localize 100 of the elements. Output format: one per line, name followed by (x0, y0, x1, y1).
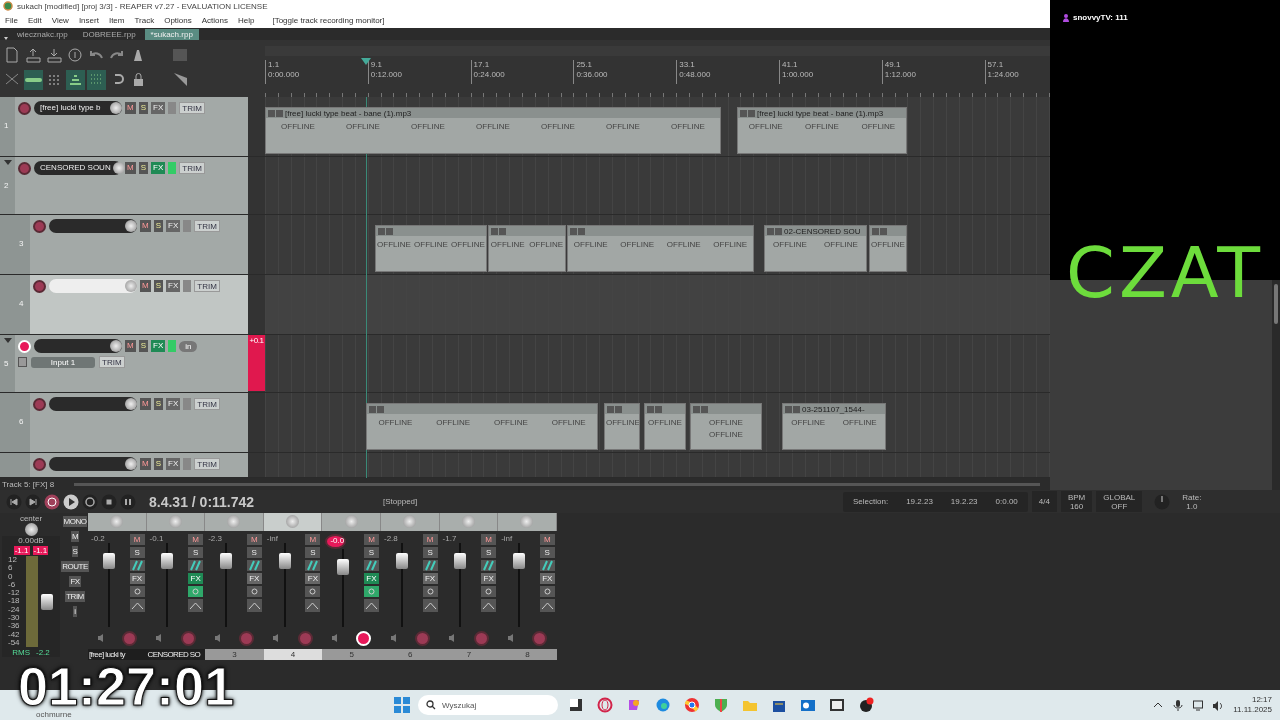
envelope-icon[interactable] (246, 598, 262, 612)
taskbar-clock[interactable]: 12:17 11.11.2025 (1233, 695, 1272, 715)
solo-button[interactable]: S (153, 280, 163, 292)
shield-icon[interactable] (713, 697, 729, 713)
menu-item[interactable]: Options (164, 15, 192, 25)
project-tab[interactable]: wiecznakc.rpp (11, 29, 74, 40)
fx-bypass-icon[interactable] (539, 585, 555, 597)
folder-collapse-icon[interactable] (3, 338, 12, 343)
fx-button[interactable]: FX (166, 458, 181, 470)
mute-button[interactable]: M (363, 533, 379, 545)
media-item[interactable]: OFFLINE OFFLINE (690, 403, 762, 450)
envelope-icon[interactable] (188, 598, 204, 612)
fx-button[interactable]: FX (166, 220, 181, 232)
project-tab[interactable]: DOBREEE.rpp (76, 29, 142, 40)
fader-handle[interactable] (41, 593, 53, 610)
fx-button[interactable]: FX (363, 572, 379, 584)
input-dropdown[interactable]: Input 1 (31, 356, 95, 368)
menu-item[interactable]: View (51, 15, 69, 25)
track-header[interactable]: 5 M S FX in Input 1 TRIM (0, 335, 248, 392)
phase-icon[interactable] (246, 559, 262, 571)
master-button[interactable]: FX (69, 576, 81, 587)
track-name-field[interactable] (34, 339, 122, 353)
timeline-ruler[interactable]: 1.1 0:00.000 9.1 0:12.000 17.1 0:24.000 25.1 0:36.000 33.1 0:48.000 41.1 1:00.000 49.1 1:12.000 57.1 1:24.000 (265, 60, 1050, 97)
phase-icon[interactable] (422, 559, 438, 571)
track-header[interactable]: 3 M S FX TRIM (0, 215, 248, 274)
track-name-field[interactable]: CENSORED SOUN (34, 161, 122, 175)
fader-handle[interactable] (220, 552, 232, 569)
track-name-field[interactable] (49, 397, 137, 411)
mute-button[interactable]: M (422, 533, 438, 545)
mute-button[interactable]: M (129, 533, 145, 545)
open-icon[interactable] (24, 46, 43, 66)
track-header[interactable]: 1 [free] lucki type b M S FX TRIM (0, 97, 248, 156)
link-icon[interactable] (24, 70, 43, 90)
track-header[interactable]: 4 M S FX TRIM (0, 275, 248, 334)
solo-button[interactable]: S (153, 220, 163, 232)
solo-button[interactable]: S (138, 102, 148, 114)
media-item[interactable]: 02-CENSORED SOU OFFLINE OFFLINE (764, 225, 867, 272)
fx-button[interactable]: FX (188, 572, 204, 584)
search-field[interactable]: Wyszukaj (418, 695, 558, 715)
fader-handle[interactable] (278, 552, 291, 569)
master-button[interactable]: i (73, 606, 77, 617)
fx-button[interactable]: FX (166, 398, 181, 410)
media-item[interactable]: [free] lucki type beat - bane (1).mp3 OFFLINE OFFLINE OFFLINE OFFLINE OFFLINE OFFLINE OFFLINE (265, 107, 721, 154)
fader-handle[interactable] (161, 552, 174, 569)
project-tab[interactable]: *sukach.rpp (144, 29, 199, 40)
menu-item[interactable]: Item (108, 15, 125, 25)
tempo-display[interactable]: BPM 160 (1060, 491, 1093, 512)
solo-button[interactable]: S (422, 546, 438, 558)
master-button[interactable]: M (70, 531, 80, 542)
mixer-strip[interactable]: -0.2 M S FX [free] lucki ty (88, 513, 147, 660)
browser-icon[interactable] (655, 697, 671, 713)
solo-button[interactable]: S (481, 546, 497, 558)
fader-handle[interactable] (102, 552, 115, 569)
fader-handle[interactable] (337, 558, 350, 575)
mixer-strip[interactable]: -inf M S FX 8 (498, 513, 557, 660)
track-header[interactable]: 6 M S FX TRIM (0, 393, 248, 452)
media-item[interactable]: [free] lucki type beat - bane (1).mp3 OFFLINE OFFLINE OFFLINE (737, 107, 907, 154)
record-icon[interactable] (44, 493, 60, 510)
horizontal-scrollbar[interactable] (74, 482, 1040, 486)
trim-button[interactable]: TRIM (194, 220, 220, 232)
solo-button[interactable]: S (539, 546, 555, 558)
mixer-strip[interactable]: -2.8 M S FX 6 (380, 513, 440, 660)
mute-button[interactable]: M (188, 533, 204, 545)
phase-icon[interactable] (481, 559, 497, 571)
solo-button[interactable]: S (153, 398, 163, 410)
trim-button[interactable]: TRIM (179, 162, 205, 174)
trim-button[interactable]: TRIM (99, 356, 125, 368)
mute-button[interactable]: M (125, 340, 136, 352)
skip-forward-icon[interactable] (25, 493, 41, 510)
fx-button[interactable]: FX (151, 102, 166, 114)
mixer-strip[interactable]: -inf M S FX 4 (263, 513, 323, 660)
media-item[interactable]: OFFLINE (604, 403, 640, 450)
volume-knob[interactable] (112, 162, 125, 174)
automation-mode[interactable]: GLOBAL OFF (1096, 491, 1143, 512)
solo-button[interactable]: S (129, 546, 145, 558)
envelope-icon[interactable] (422, 598, 438, 612)
mute-button[interactable]: M (539, 533, 555, 545)
mute-button[interactable]: M (125, 162, 136, 174)
monitor-icon[interactable] (1193, 699, 1204, 711)
envelope-icon[interactable] (305, 598, 321, 612)
fx-button[interactable]: FX (539, 572, 555, 584)
fx-bypass-icon[interactable] (129, 585, 145, 597)
menu-item[interactable]: Track (134, 15, 155, 25)
fx-button[interactable]: FX (151, 162, 166, 174)
solo-button[interactable]: S (363, 546, 379, 558)
master-button[interactable]: S (71, 546, 79, 557)
window-app-icon[interactable] (829, 697, 845, 713)
media-item[interactable]: OFFLINE OFFLINE OFFLINE OFFLINE (366, 403, 598, 450)
save-icon[interactable] (45, 46, 64, 66)
menu-item[interactable]: Help (238, 15, 255, 25)
fx-button[interactable]: FX (305, 572, 321, 584)
fader-handle[interactable] (454, 552, 467, 569)
playrate-knob-icon[interactable] (1154, 493, 1171, 510)
menu-item[interactable]: Actions (201, 15, 228, 25)
envelope-icon[interactable] (129, 598, 145, 612)
folder-collapse-icon[interactable] (3, 160, 12, 165)
mute-button[interactable]: M (140, 280, 151, 292)
microphone-icon[interactable] (1173, 699, 1184, 711)
mixer-strip[interactable]: -0.0 M S FX 5 (322, 513, 381, 660)
mixer-strip[interactable]: -2.3 M S FX 3 (205, 513, 264, 660)
